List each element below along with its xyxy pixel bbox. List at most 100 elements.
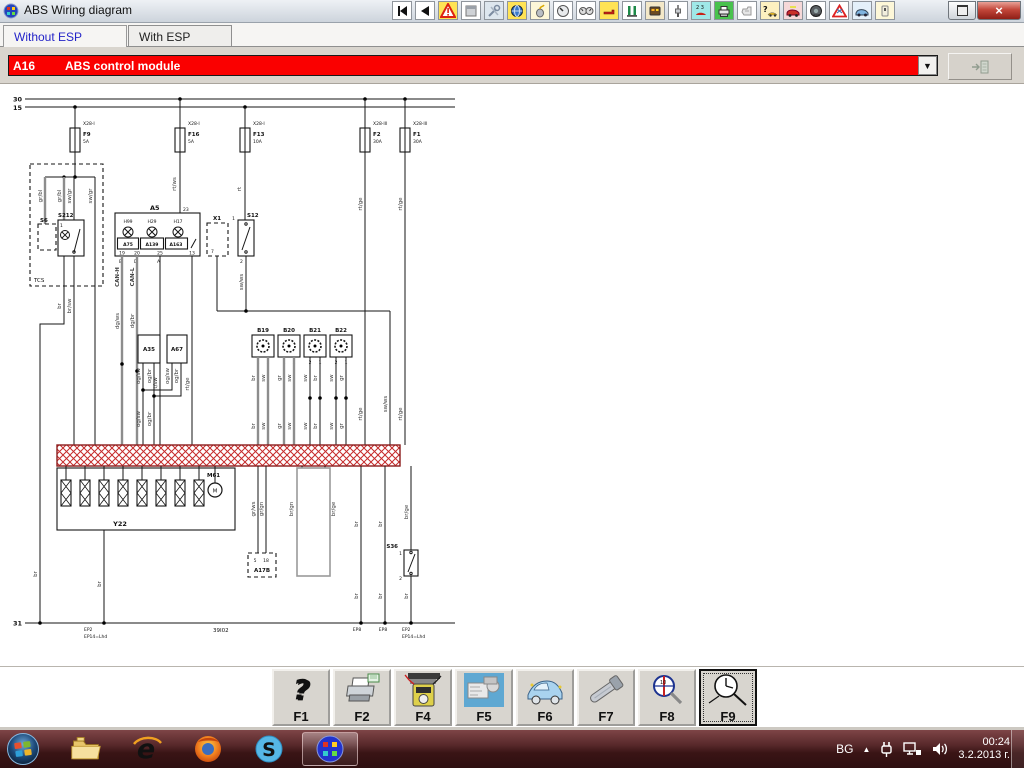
first-page-icon[interactable] [392,1,412,20]
sensor-label: B21 [309,328,321,334]
wire-label: br [313,374,319,380]
dropdown-arrow-icon[interactable]: ▼ [918,56,937,75]
taskbar-item-internet-explorer[interactable]: e [119,732,175,766]
fuse-connector: X28-I [188,121,200,127]
f5-engine-view-button[interactable]: F5 [455,669,513,726]
volume-icon[interactable] [931,741,949,757]
fuse-f13: X28-I F13 10A rt [237,107,265,220]
internet-explorer-icon: e [130,734,164,764]
back-icon[interactable] [415,1,435,20]
f4-multimeter-button[interactable]: F4 [394,669,452,726]
sparkplug-icon[interactable] [668,1,688,20]
pin-label: 23 [183,207,189,213]
close-button[interactable]: × [977,1,1021,20]
wire-label: og/br [174,368,180,383]
taskbar-item-explorer[interactable] [58,732,114,766]
f8-measure-button[interactable]: 10 F8 [638,669,696,726]
mouse-icon[interactable] [530,1,550,20]
module-combobox[interactable]: A16 ABS control module ▼ [8,55,938,76]
show-desktop-button[interactable] [1011,730,1024,768]
pin-label: 1 [232,216,235,222]
language-indicator[interactable]: BG [836,742,853,756]
gauge-icon[interactable] [553,1,573,20]
a17b-connector: gr/ws gr/gn 5 18 A17B [248,466,276,577]
tray-date: 3.2.2013 г. [958,749,1010,762]
tab-with-esp[interactable]: With ESP [128,25,232,47]
engine-photo-icon [457,671,511,709]
restore-button[interactable] [948,1,976,20]
tools-icon[interactable] [484,1,504,20]
solenoid-valve-icon [156,466,166,506]
wheel-sensor-b22: B22 2 1 sw gr sw gr [329,328,352,445]
wire-label: gr/gn [259,501,265,516]
printer-icon[interactable] [714,1,734,20]
hidden-icons-arrow[interactable]: ▲ [862,745,870,754]
dashboard-icon[interactable] [645,1,665,20]
car-icon[interactable] [852,1,872,20]
s212-label: S212 [58,213,74,219]
abs-wheel-icon[interactable]: ABS [806,1,826,20]
taskbar-item-skype[interactable]: S [241,732,297,766]
wire-label: gr/bl [57,189,63,202]
globe-icon[interactable] [507,1,527,20]
window-icon[interactable] [461,1,481,20]
fuse-connector: X28-III [413,121,427,127]
wrench-icon[interactable] [599,1,619,20]
wire-label: gr [339,422,345,428]
clock[interactable]: 00:24 3.2.2013 г. [958,736,1010,762]
explorer-icon [70,735,102,763]
wire-label: br [251,422,257,428]
fkey-label: F4 [396,709,450,724]
fkey-label: F6 [518,709,572,724]
tab-bar: Without ESP With ESP [0,23,1024,47]
pin-label: 18 [263,558,269,564]
sheet-ref: 39I02 [213,628,229,634]
wire-label: sw [303,422,309,430]
engine-icon[interactable] [737,1,757,20]
fuse-connector: X28-I [83,121,95,127]
locate-component-button[interactable] [948,53,1012,80]
taskbar-item-firefox[interactable] [180,732,236,766]
s36-switch: br/ge S36 1 2 br [386,466,418,625]
warning-icon[interactable] [438,1,458,20]
service-car-icon[interactable] [783,1,803,20]
wheel-sensor-b19: B19 1 2 br sw br sw [251,328,274,445]
wire-label: dg/ws [115,313,121,329]
switch-icon[interactable] [875,1,895,20]
fuse-amp: 10A [253,139,263,145]
pin-label: 5 [254,558,257,564]
wire-label: sw [287,374,293,382]
f2-print-button[interactable]: F2 [333,669,391,726]
warning-lamp-icon [123,227,133,237]
fuse-id: F1 [413,132,421,138]
f9-timing-button[interactable]: F9 [699,669,757,726]
tray-time: 00:24 [958,736,1010,749]
wire-label: og/sw [136,367,142,384]
a139-label: A139 [146,242,159,248]
warning-sign-icon[interactable] [829,1,849,20]
gauges-icon[interactable] [576,1,596,20]
solenoid-valve-icon [118,466,128,506]
f6-car-view-button[interactable]: F6 [516,669,574,726]
firefox-icon [192,734,224,764]
module-code: A16 [13,59,65,73]
tab-label: Without ESP [14,30,82,44]
start-button[interactable] [6,732,40,766]
ep2-label: EP2 [402,627,411,633]
network-icon[interactable] [903,741,922,757]
lift-icon[interactable] [622,1,642,20]
wire-label: sw [303,374,309,382]
a35-label: A35 [143,347,155,353]
fkey-label: F5 [457,709,511,724]
f1-help-button[interactable]: ?? F1 [272,669,330,726]
wire-label: sw [329,422,335,430]
fuse-f9: X28-I F9 5A [70,107,95,177]
f7-tool-button[interactable]: F7 [577,669,635,726]
tab-without-esp[interactable]: Without ESP [3,25,127,48]
car-data-icon[interactable]: 2 3 [691,1,711,20]
measure-magnifier-icon: 10 [640,671,694,709]
power-icon[interactable] [879,741,894,758]
taskbar-item-diagnostic-app[interactable] [302,732,358,766]
help-car-icon[interactable]: ? [760,1,780,20]
fkey-label: F1 [274,709,328,724]
